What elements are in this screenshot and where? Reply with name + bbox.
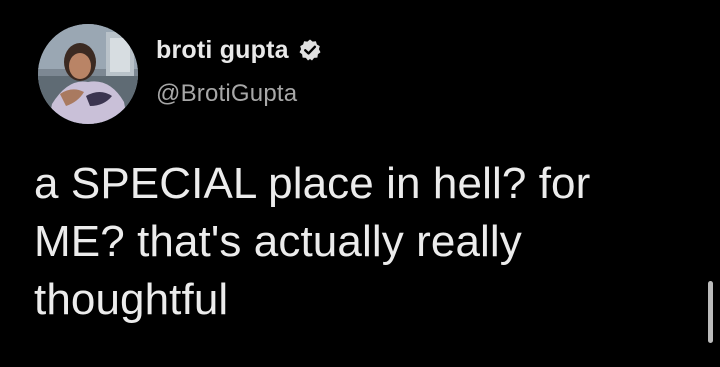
verified-check-icon — [298, 38, 322, 62]
name-row: broti gupta — [156, 34, 322, 66]
tweet-card: broti gupta @BrotiGupta a SPECIAL place … — [0, 0, 720, 367]
tweet-text: a SPECIAL place in hell? for ME? that's … — [34, 159, 591, 324]
avatar[interactable] — [38, 24, 138, 124]
scrollbar[interactable] — [708, 281, 713, 343]
avatar-photo — [38, 24, 138, 124]
display-name[interactable]: broti gupta — [156, 36, 289, 65]
user-handle[interactable]: @BrotiGupta — [156, 80, 322, 108]
tweet-header: broti gupta @BrotiGupta — [156, 34, 322, 108]
